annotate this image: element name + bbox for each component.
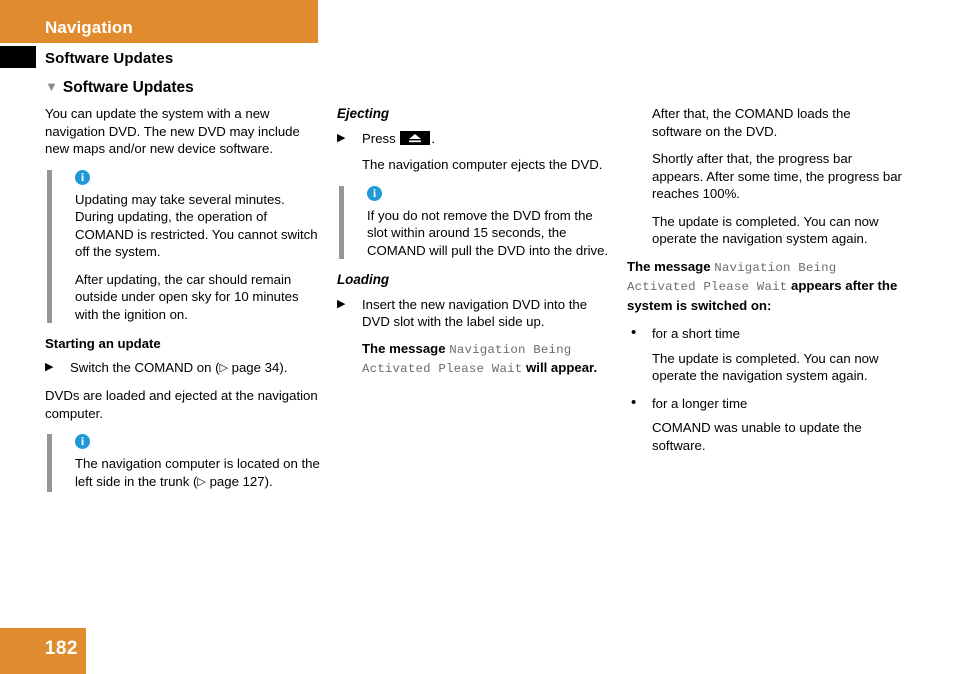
step-marker-icon: ▶ xyxy=(337,297,346,310)
list-item-label: for a short time xyxy=(652,326,740,341)
note-paragraph: The navigation computer is located on th… xyxy=(75,455,320,492)
eject-button-icon[interactable] xyxy=(400,130,431,145)
column-middle: Ejecting ▶ Press . The navigation comput… xyxy=(337,105,612,389)
step-insert-dvd: ▶ Insert the new navigation DVD into the… xyxy=(337,296,612,331)
note-box-updating: Updating may take several minutes. Durin… xyxy=(45,169,320,323)
note-paragraph: After updating, the car should remain ou… xyxy=(75,271,299,322)
list-item: • for a longer time xyxy=(627,393,902,413)
note-text-post: ). xyxy=(264,473,273,489)
list-item: • for a short time xyxy=(627,324,902,343)
page-title-label: Software Updates xyxy=(62,79,194,96)
bullet-dot-icon: • xyxy=(631,324,637,341)
step-text-post: . xyxy=(431,130,436,146)
note-box-dvd-pullback: If you do not remove the DVD from the sl… xyxy=(337,185,612,259)
paragraph-switch-on-message: The message Navigation Being Activated P… xyxy=(627,258,902,315)
page-cross-reference[interactable]: page 34 xyxy=(232,360,280,375)
step-text-pre: Switch the COMAND on ( xyxy=(70,359,220,375)
column-left: You can update the system with a new nav… xyxy=(45,105,320,504)
subheading-ejecting: Ejecting xyxy=(337,106,390,121)
note-box-computer-location: The navigation computer is located on th… xyxy=(45,433,320,492)
list-item-detail: COMAND was unable to update the software… xyxy=(652,420,862,453)
triangle-down-icon: ▼ xyxy=(45,79,58,94)
paragraph-dvd-loading-location: DVDs are loaded and ejected at the navig… xyxy=(45,388,318,421)
message-label-pre: The message xyxy=(627,258,715,274)
paragraph-eject-result: The navigation computer ejects the DVD. xyxy=(362,157,603,172)
info-icon xyxy=(367,185,382,201)
step-switch-comand-on: ▶ Switch the COMAND on (▷ page 34). xyxy=(45,359,320,379)
page-cross-reference[interactable]: page 127 xyxy=(210,474,265,489)
thumb-index-tab xyxy=(0,46,36,68)
note-paragraph: Updating may take several minutes. Durin… xyxy=(75,191,318,260)
intro-paragraph: You can update the system with a new nav… xyxy=(45,106,300,156)
message-label-post: will appear. xyxy=(522,360,598,375)
info-icon xyxy=(75,169,90,185)
subheading-loading: Loading xyxy=(337,272,390,287)
paragraph-progress-bar: Shortly after that, the progress bar app… xyxy=(652,151,902,201)
note-paragraph: If you do not remove the DVD from the sl… xyxy=(367,207,609,258)
message-label-pre: The message xyxy=(362,340,450,356)
step-text: Insert the new navigation DVD into the D… xyxy=(362,296,588,330)
page-ref-icon: ▷ xyxy=(197,475,206,488)
running-head: Software Updates xyxy=(45,50,174,67)
page-number: 182 xyxy=(44,638,78,659)
subheading-starting-an-update: Starting an update xyxy=(45,336,161,351)
paragraph-loads-software: After that, the COMAND loads the softwar… xyxy=(652,106,851,139)
page-ref-icon: ▷ xyxy=(219,361,228,374)
bullet-dot-icon: • xyxy=(631,393,637,411)
step-press-eject: ▶ Press . xyxy=(337,130,612,148)
paragraph-update-completed: The update is completed. You can now ope… xyxy=(652,213,879,247)
step-text-post: ). xyxy=(279,359,288,375)
chapter-title: Navigation xyxy=(45,18,133,37)
list-item-detail: The update is completed. You can now ope… xyxy=(652,350,879,384)
list-item-label: for a longer time xyxy=(652,395,748,411)
info-icon xyxy=(75,433,90,449)
column-right: After that, the COMAND loads the softwar… xyxy=(627,105,902,464)
note-sidebar-rule xyxy=(47,169,52,323)
step-marker-icon: ▶ xyxy=(337,131,346,144)
note-sidebar-rule xyxy=(47,434,52,492)
step-marker-icon: ▶ xyxy=(45,360,54,373)
paragraph-loading-message: The message Navigation Being Activated P… xyxy=(337,340,612,379)
page-title: ▼ Software Updates xyxy=(45,79,194,97)
step-text-pre: Press xyxy=(362,130,400,146)
note-sidebar-rule xyxy=(339,185,344,259)
